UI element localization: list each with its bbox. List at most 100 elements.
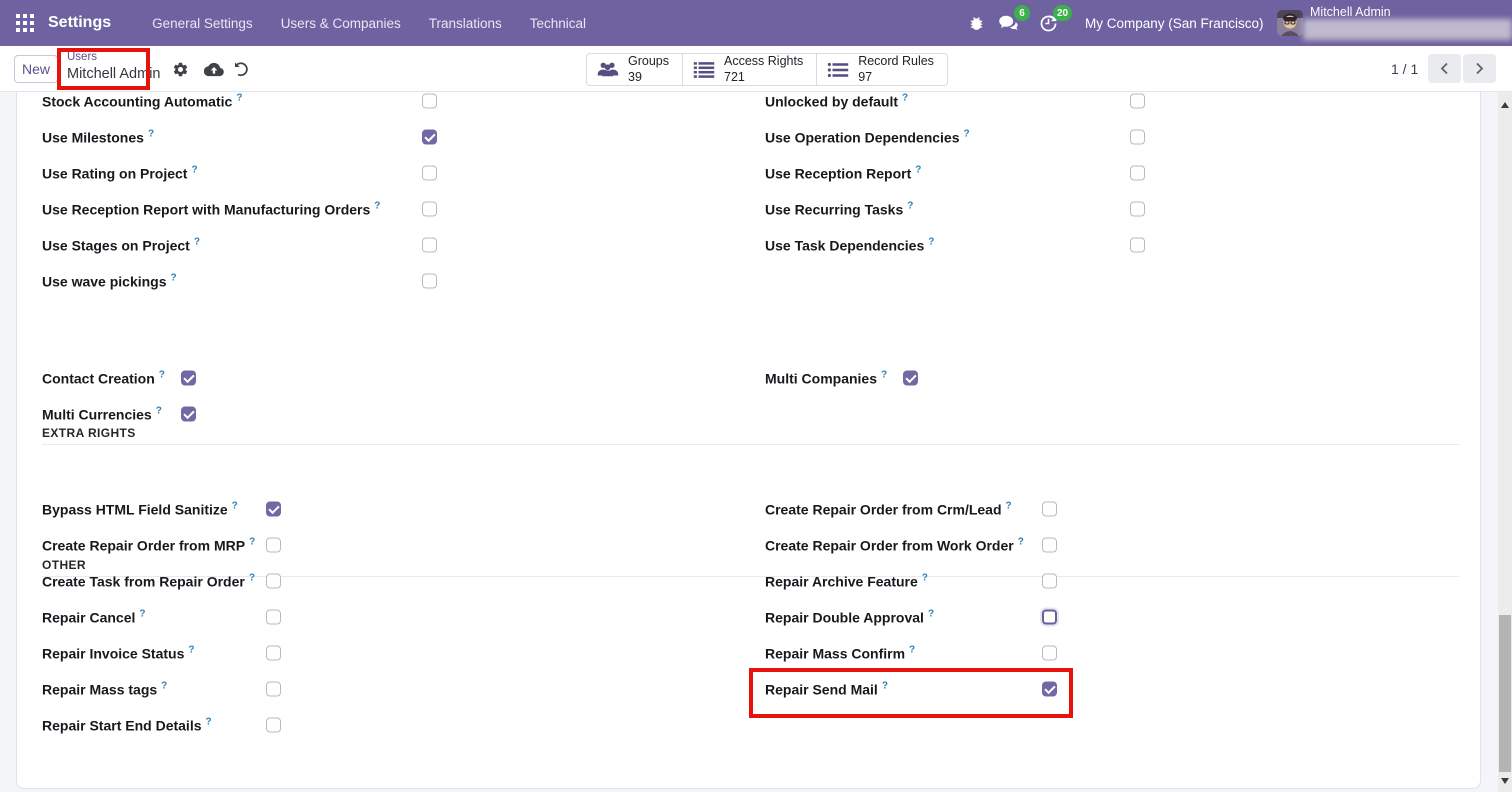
setting-checkbox[interactable]	[903, 370, 918, 386]
pager-previous-button[interactable]	[1428, 54, 1461, 83]
help-marker[interactable]: ?	[902, 93, 908, 104]
setting-checkbox[interactable]	[422, 237, 437, 253]
cloud-upload-glyph	[204, 62, 224, 76]
help-marker[interactable]: ?	[249, 573, 255, 584]
setting-checkbox[interactable]	[1042, 645, 1057, 661]
menu-translations[interactable]: Translations	[415, 0, 516, 46]
setting-label: Stock Accounting Automatic?	[42, 92, 243, 110]
user-avatar[interactable]	[1277, 10, 1303, 36]
help-marker[interactable]: ?	[882, 681, 888, 692]
stat-button-groups[interactable]: Groups 39	[586, 53, 683, 86]
stat-button-record-rules[interactable]: Record Rules 97	[816, 53, 948, 86]
menu-technical[interactable]: Technical	[516, 0, 600, 46]
setting-row: Create Repair Order from Crm/Lead?	[765, 491, 1195, 527]
help-marker[interactable]: ?	[159, 370, 165, 381]
help-marker[interactable]: ?	[139, 609, 145, 620]
scroll-up-arrow[interactable]	[1501, 102, 1509, 108]
setting-checkbox[interactable]	[266, 717, 281, 733]
breadcrumb-parent[interactable]: Users	[67, 51, 97, 63]
setting-checkbox[interactable]	[266, 609, 281, 625]
setting-checkbox[interactable]	[266, 573, 281, 589]
setting-checkbox[interactable]	[1130, 237, 1145, 253]
setting-row: Repair Double Approval?	[765, 599, 1195, 635]
menu-general-settings[interactable]: General Settings	[138, 0, 267, 46]
help-marker[interactable]: ?	[188, 645, 194, 656]
help-marker[interactable]: ?	[881, 370, 887, 381]
help-marker[interactable]: ?	[928, 609, 934, 620]
help-marker[interactable]: ?	[206, 717, 212, 728]
setting-row: Use Recurring Tasks?	[765, 191, 1195, 227]
help-marker[interactable]: ?	[191, 165, 197, 176]
setting-checkbox[interactable]	[181, 406, 196, 422]
scroll-down-arrow[interactable]	[1501, 778, 1509, 784]
setting-checkbox[interactable]	[422, 165, 437, 181]
setting-checkbox[interactable]	[266, 645, 281, 661]
setting-row: Repair Invoice Status?	[42, 635, 472, 671]
setting-checkbox[interactable]	[1130, 165, 1145, 181]
vertical-scrollbar[interactable]	[1498, 92, 1512, 792]
chevron-left-icon	[1440, 62, 1448, 75]
control-panel: New Users Mitchell Admin Groups 39 Acces…	[0, 46, 1512, 92]
setting-label: Use Operation Dependencies?	[765, 128, 970, 146]
discard-undo-icon[interactable]	[233, 46, 249, 92]
setting-checkbox[interactable]	[1042, 609, 1057, 625]
help-marker[interactable]: ?	[156, 406, 162, 417]
user-name[interactable]: Mitchell Admin	[1310, 5, 1391, 19]
setting-checkbox[interactable]	[422, 93, 437, 109]
help-marker[interactable]: ?	[194, 237, 200, 248]
apps-grid-icon[interactable]	[0, 0, 48, 46]
setting-row: Create Repair Order from MRP?	[42, 527, 472, 563]
help-marker[interactable]: ?	[148, 129, 154, 140]
setting-checkbox[interactable]	[1042, 501, 1057, 517]
setting-row: Multi Companies?	[765, 360, 1195, 396]
gear-glyph	[173, 62, 188, 76]
help-marker[interactable]: ?	[236, 93, 242, 104]
setting-checkbox[interactable]	[1130, 201, 1145, 217]
help-marker[interactable]: ?	[232, 501, 238, 512]
stat-button-access-rights[interactable]: Access Rights 721	[682, 53, 818, 86]
setting-checkbox[interactable]	[422, 273, 437, 289]
setting-checkbox[interactable]	[1042, 681, 1057, 697]
setting-checkbox[interactable]	[1042, 537, 1057, 553]
help-marker[interactable]: ?	[907, 201, 913, 212]
help-marker[interactable]: ?	[374, 201, 380, 212]
scrollbar-thumb[interactable]	[1499, 615, 1511, 772]
setting-checkbox[interactable]	[422, 201, 437, 217]
setting-checkbox[interactable]	[266, 501, 281, 517]
help-marker[interactable]: ?	[964, 129, 970, 140]
setting-checkbox[interactable]	[266, 681, 281, 697]
setting-checkbox[interactable]	[422, 129, 437, 145]
setting-label: Unlocked by default?	[765, 92, 909, 110]
app-name[interactable]: Settings	[48, 14, 111, 32]
debug-bug-icon[interactable]	[968, 0, 985, 46]
help-marker[interactable]: ?	[915, 165, 921, 176]
help-marker[interactable]: ?	[249, 537, 255, 548]
cloud-save-icon[interactable]	[204, 46, 224, 92]
users-icon	[597, 62, 619, 76]
help-marker[interactable]: ?	[161, 681, 167, 692]
redacted-user-info	[1303, 19, 1512, 40]
setting-label: Repair Start End Details?	[42, 716, 212, 734]
setting-label: Repair Mass Confirm?	[765, 644, 916, 662]
setting-label: Multi Companies?	[765, 369, 888, 387]
top-right-settings-list: Unlocked by default? Use Operation Depen…	[765, 92, 1195, 263]
new-button[interactable]: New	[14, 55, 59, 83]
pager-next-button[interactable]	[1463, 54, 1496, 83]
setting-row-highlighted: Repair Send Mail?	[749, 668, 1195, 718]
activities-badge: 20	[1053, 5, 1073, 21]
gear-icon[interactable]	[172, 46, 189, 92]
setting-checkbox[interactable]	[1042, 573, 1057, 589]
avatar-image	[1277, 10, 1303, 36]
setting-checkbox[interactable]	[266, 537, 281, 553]
help-marker[interactable]: ?	[909, 645, 915, 656]
menu-users-companies[interactable]: Users & Companies	[267, 0, 415, 46]
setting-checkbox[interactable]	[1130, 93, 1145, 109]
setting-checkbox[interactable]	[1130, 129, 1145, 145]
help-marker[interactable]: ?	[1018, 537, 1024, 548]
help-marker[interactable]: ?	[928, 237, 934, 248]
setting-checkbox[interactable]	[181, 370, 196, 386]
help-marker[interactable]: ?	[922, 573, 928, 584]
help-marker[interactable]: ?	[171, 273, 177, 284]
company-switcher[interactable]: My Company (San Francisco)	[1085, 0, 1264, 46]
help-marker[interactable]: ?	[1006, 501, 1012, 512]
